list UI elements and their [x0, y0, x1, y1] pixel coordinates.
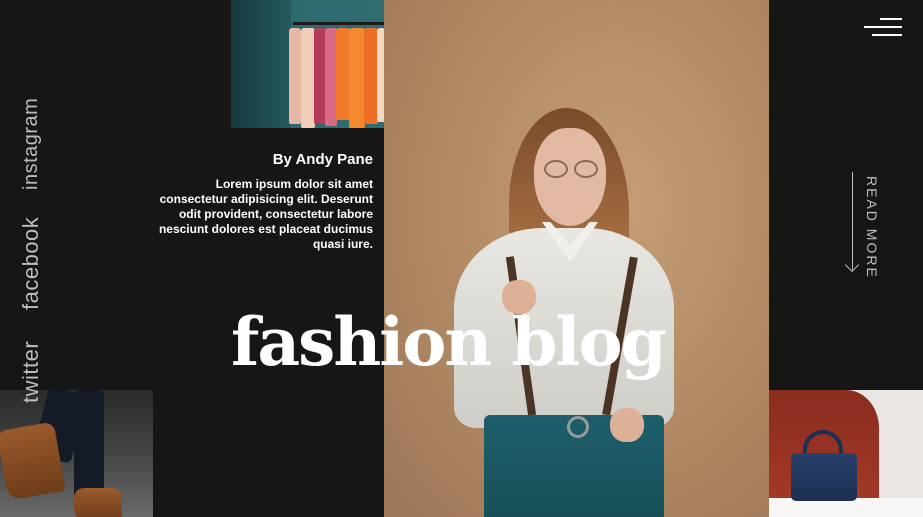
social-link-twitter[interactable]: twitter — [18, 341, 44, 403]
social-link-facebook[interactable]: facebook — [18, 217, 44, 310]
social-link-instagram[interactable]: instagram — [20, 98, 43, 190]
boots-image — [0, 390, 153, 517]
hero-portrait-image — [384, 0, 769, 517]
read-more-link[interactable]: READ MORE — [864, 176, 880, 279]
arrow-down-icon — [844, 172, 860, 274]
page-title: fashion blog — [231, 303, 667, 381]
post-author: By Andy Pane — [272, 151, 373, 168]
clothing-rack-image — [231, 0, 384, 128]
post-excerpt: Lorem ipsum dolor sit amet consectetur a… — [158, 177, 373, 251]
handbag-image — [769, 390, 923, 517]
hamburger-menu-icon[interactable] — [864, 18, 902, 38]
